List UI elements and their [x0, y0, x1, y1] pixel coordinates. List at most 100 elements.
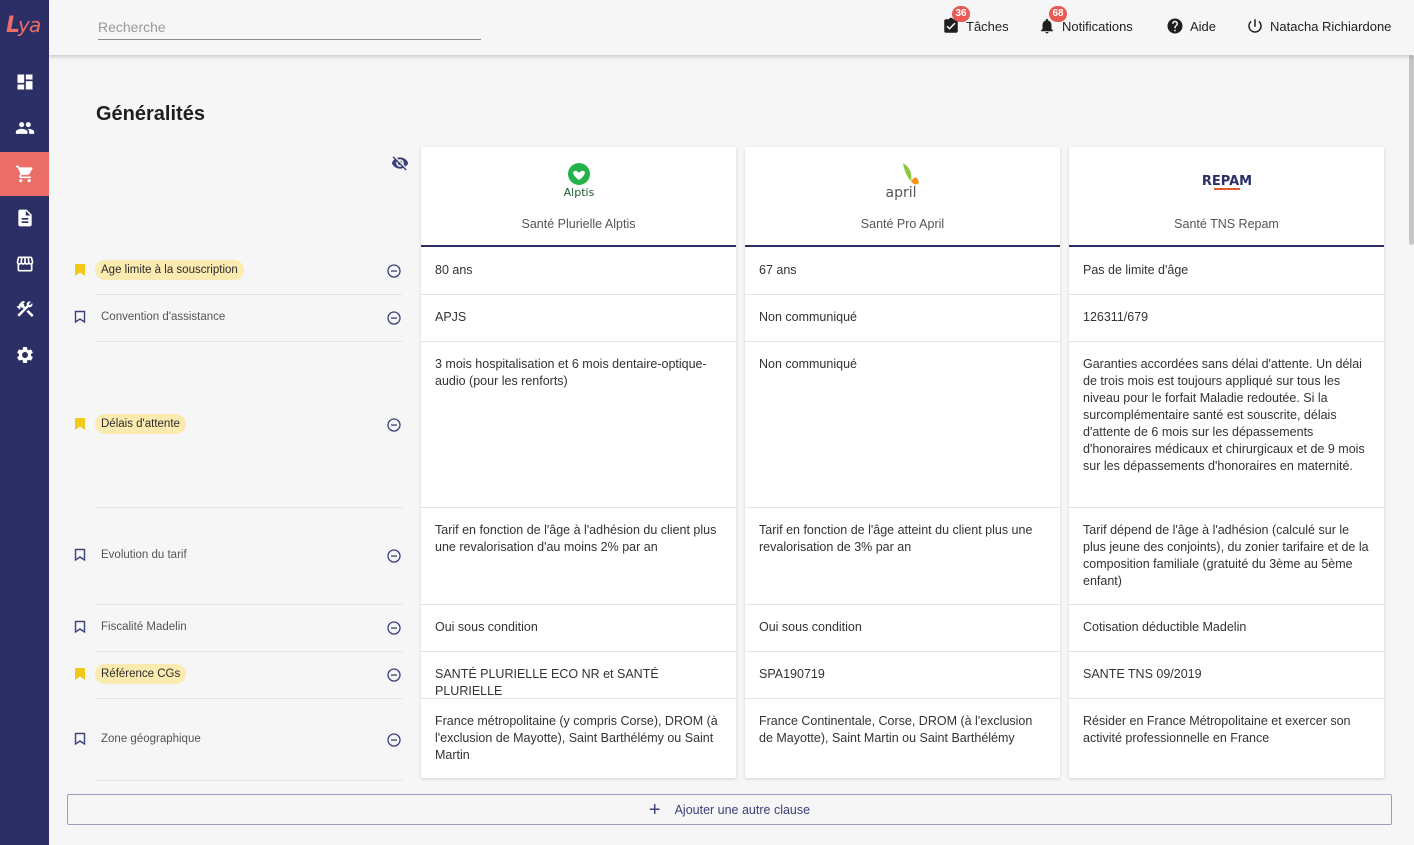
search-input[interactable] [98, 12, 481, 40]
clause-value: Cotisation déductible Madelin [1069, 605, 1384, 652]
clause-value: Oui sous condition [745, 605, 1060, 652]
clause-value: Non communiqué [745, 295, 1060, 342]
remove-clause-icon[interactable] [387, 417, 401, 432]
clause-value: Garanties accordées sans délai d'attente… [1069, 342, 1384, 508]
user-logout-button[interactable]: Natacha Richiardone [1246, 0, 1391, 52]
cart-icon [15, 165, 33, 183]
product-name: Santé Plurielle Alptis [521, 217, 636, 231]
clause-value: Tarif en fonction de l'âge atteint du cl… [745, 508, 1060, 605]
clause-label: Convention d'assistance [74, 307, 231, 327]
clause-label: Fiscalité Madelin [74, 617, 193, 637]
help-button[interactable]: Aide [1166, 0, 1216, 52]
remove-clause-icon[interactable] [387, 549, 401, 563]
clause-label-text: Zone géographique [101, 732, 201, 745]
clause-value: SANTE TNS 09/2019 [1069, 652, 1384, 699]
row-divider [96, 341, 402, 342]
clause-value: France métropolitaine (y compris Corse),… [435, 714, 718, 762]
remove-clause-icon[interactable] [387, 311, 401, 325]
tasks-label: Tâches [966, 18, 1009, 34]
clause-value: 80 ans [421, 248, 736, 295]
document-icon [17, 209, 32, 227]
card-header: Alptis Santé Plurielle Alptis [421, 147, 736, 247]
row-divider [96, 604, 402, 605]
clause-label: Délais d'attente [74, 413, 186, 434]
remove-clause-icon[interactable] [387, 668, 401, 682]
lya-logo[interactable]: L y a [4, 8, 46, 40]
visibility-off-icon[interactable] [391, 154, 409, 172]
clause-value: APJS [421, 295, 736, 342]
row-divider [96, 698, 402, 699]
remove-clause-icon[interactable] [387, 621, 401, 635]
nav-users[interactable] [0, 106, 49, 150]
user-name: Natacha Richiardone [1270, 18, 1392, 34]
clause-value: Oui sous condition [421, 605, 736, 652]
card-header: april Santé Pro April [745, 147, 1060, 247]
clause-value: Résider en France Métropolitaine et exer… [1083, 714, 1351, 745]
bookmark-icon[interactable] [74, 263, 86, 277]
clause-value: SANTÉ PLURIELLE ECO NR et SANTÉ PLURIELL… [421, 652, 736, 699]
nav-cart[interactable] [0, 152, 49, 196]
repam-logo: REPAM [1069, 161, 1384, 201]
notifications-count-badge: 68 [1049, 6, 1067, 22]
bookmark-icon[interactable] [74, 417, 86, 431]
page-title: Généralités [96, 103, 205, 125]
svg-text:april: april [885, 185, 916, 201]
clause-value: Pas de limite d'âge [1069, 248, 1384, 295]
scrollbar-thumb[interactable] [1409, 55, 1414, 245]
clause-label-text: Age limite à la souscription [95, 260, 244, 280]
clause-label: Evolution du tarif [74, 545, 193, 565]
row-divider [96, 780, 402, 781]
clause-value: 3 mois hospitalisation et 6 mois dentair… [421, 342, 736, 508]
clause-value: Tarif en fonction de l'âge à l'adhésion … [421, 508, 736, 605]
svg-text:Alptis: Alptis [563, 186, 594, 199]
clause-label-text: Référence CGs [95, 664, 187, 684]
nav-dashboard[interactable] [0, 60, 49, 104]
nav-store[interactable] [0, 242, 49, 286]
bookmark-icon[interactable] [74, 667, 86, 681]
tools-icon [16, 301, 34, 317]
svg-text:a: a [29, 13, 41, 37]
row-divider [96, 507, 402, 508]
settings-icon [16, 347, 33, 363]
dashboard-icon [17, 74, 32, 90]
nav-tools[interactable] [0, 287, 49, 331]
add-clause-label: Ajouter une autre clause [674, 802, 811, 817]
clause-value: 126311/679 [1069, 295, 1384, 342]
clause-value: France Continentale, Corse, DROM (à l'ex… [759, 714, 1033, 745]
product-name: Santé TNS Repam [1174, 217, 1279, 231]
users-icon [15, 122, 34, 134]
clause-label: Zone géographique [74, 729, 207, 749]
store-icon [16, 256, 33, 272]
notifications-label: Notifications [1062, 18, 1133, 34]
sidebar: L y a [0, 0, 49, 845]
remove-clause-icon[interactable] [387, 264, 401, 278]
plus-icon: + [648, 798, 661, 821]
clause-value: Tarif dépend de l'âge à l'adhésion (calc… [1069, 508, 1384, 605]
add-clause-button[interactable]: + Ajouter une autre clause [67, 794, 1392, 825]
svg-text:REPAM: REPAM [1201, 174, 1251, 189]
clause-value: Non communiqué [745, 342, 1060, 508]
page-scrollbar[interactable] [1409, 55, 1414, 845]
clause-label: Age limite à la souscription [74, 260, 244, 280]
bookmark-icon[interactable] [74, 310, 86, 324]
product-card-repam: REPAM Santé TNS Repam Pas de limite d'âg… [1069, 147, 1384, 778]
product-name: Santé Pro April [860, 217, 945, 231]
remove-clause-icon[interactable] [387, 732, 401, 747]
nav-documents[interactable] [0, 196, 49, 240]
clause-label-text: Fiscalité Madelin [101, 621, 187, 633]
product-card-april: april Santé Pro April 67 ans Non communiq… [745, 147, 1060, 778]
topbar: Tâches 36 Notifications 68 Aide Natacha … [49, 0, 1414, 55]
row-divider [96, 294, 402, 295]
clause-label-text: Convention d'assistance [101, 311, 226, 323]
bookmark-icon[interactable] [74, 620, 86, 634]
nav-settings[interactable] [0, 333, 49, 377]
april-logo: april [745, 161, 1060, 201]
clause-value: 67 ans [745, 248, 1060, 295]
bookmark-icon[interactable] [74, 548, 86, 562]
tasks-button[interactable]: Tâches [942, 0, 1009, 52]
clause-label-text: Evolution du tarif [101, 549, 187, 561]
bookmark-icon[interactable] [74, 732, 86, 746]
help-label: Aide [1190, 18, 1217, 34]
product-card-alptis: Alptis Santé Plurielle Alptis 80 ans APJS… [421, 147, 736, 778]
row-divider [96, 651, 402, 652]
